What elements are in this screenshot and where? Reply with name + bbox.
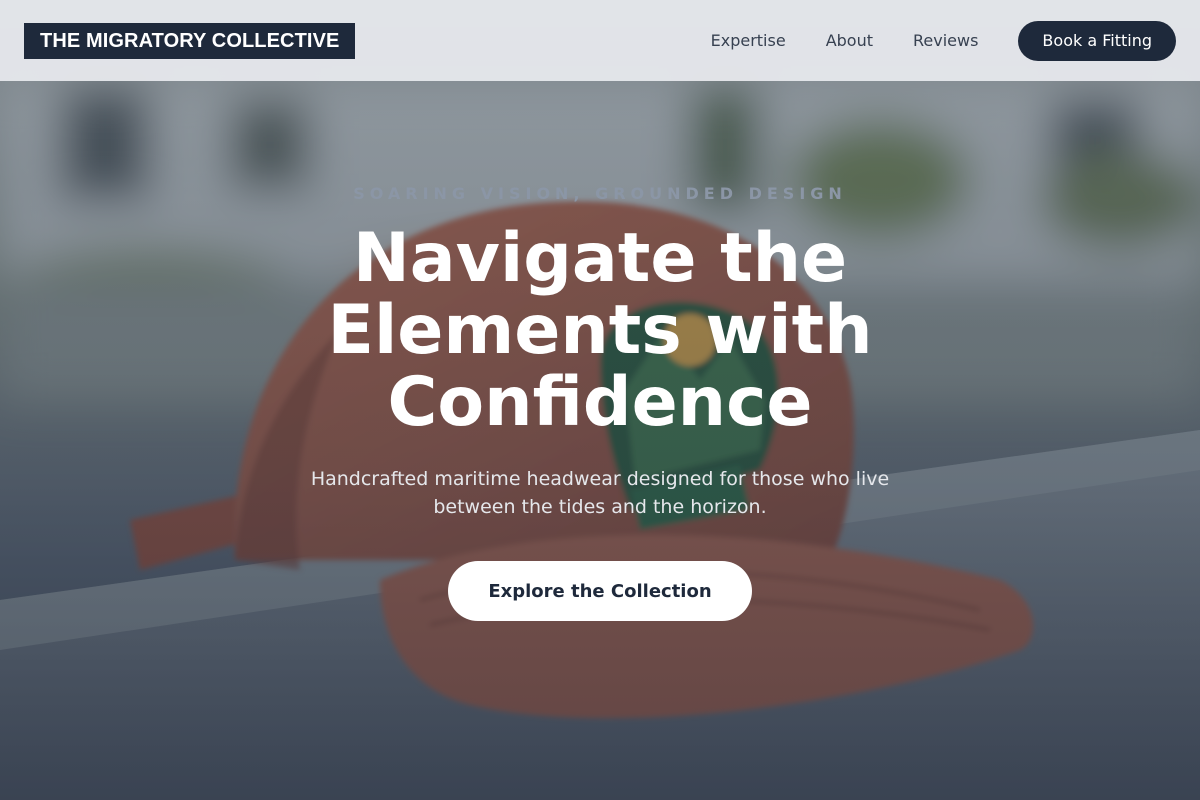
nav-link-reviews[interactable]: Reviews — [913, 31, 978, 50]
explore-collection-button[interactable]: Explore the Collection — [448, 561, 752, 621]
hero-section: SOARING VISION, GROUNDED DESIGN Navigate… — [0, 81, 1200, 800]
site-header: THE MIGRATORY COLLECTIVE Expertise About… — [0, 0, 1200, 81]
hero-eyebrow: SOARING VISION, GROUNDED DESIGN — [353, 184, 847, 203]
main-nav: Expertise About Reviews Book a Fitting — [711, 20, 1176, 61]
hero-subhead: Handcrafted maritime headwear designed f… — [310, 468, 890, 518]
hero-headline: Navigate the Elements with Confidence — [327, 219, 873, 442]
nav-link-about[interactable]: About — [826, 31, 873, 50]
nav-link-expertise[interactable]: Expertise — [711, 31, 786, 50]
book-fitting-button[interactable]: Book a Fitting — [1018, 20, 1176, 61]
brand-logo[interactable]: THE MIGRATORY COLLECTIVE — [24, 22, 356, 59]
